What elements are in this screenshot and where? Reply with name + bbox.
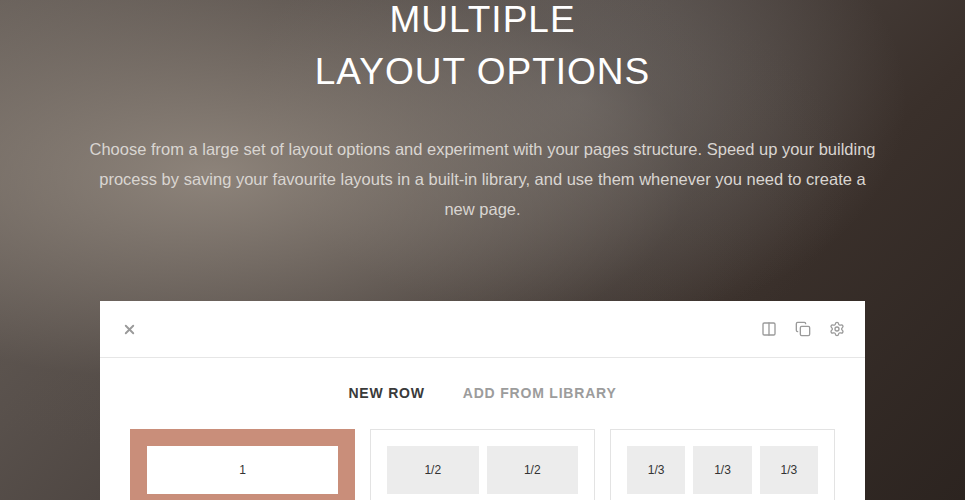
layout-card[interactable]: 1/31/31/3 xyxy=(610,429,835,500)
columns-icon[interactable] xyxy=(761,321,777,337)
layout-cell: 1 xyxy=(147,446,338,494)
layout-cell: 1/3 xyxy=(760,446,818,494)
close-icon[interactable] xyxy=(122,322,137,337)
section-title: MULTIPLELAYOUT OPTIONS xyxy=(315,0,650,98)
layout-options: 11/21/21/31/31/3 xyxy=(100,429,865,500)
panel-header xyxy=(100,301,865,358)
layout-cell: 1/3 xyxy=(693,446,751,494)
layout-cell: 1/2 xyxy=(487,446,579,494)
copy-icon[interactable] xyxy=(795,321,811,337)
tab[interactable]: ADD FROM LIBRARY xyxy=(463,384,617,402)
section-description: Choose from a large set of layout option… xyxy=(88,134,878,224)
layout-card[interactable]: 1/21/2 xyxy=(370,429,595,500)
tabs: NEW ROW ADD FROM LIBRARY xyxy=(100,358,865,402)
background-photo: MULTIPLELAYOUT OPTIONS Choose from a larg… xyxy=(0,0,965,500)
title-line: MULTIPLE xyxy=(315,0,650,46)
panel-tools xyxy=(761,321,845,337)
gear-icon[interactable] xyxy=(829,321,845,337)
layout-cell: 1/2 xyxy=(387,446,479,494)
layout-card[interactable]: 1 xyxy=(130,429,355,500)
tab[interactable]: NEW ROW xyxy=(348,384,424,402)
layout-cell: 1/3 xyxy=(627,446,685,494)
title-line: LAYOUT OPTIONS xyxy=(315,46,650,98)
row-builder-panel: NEW ROWADD FROM LIBRARY11/21/21/31/31/3 xyxy=(100,301,865,500)
